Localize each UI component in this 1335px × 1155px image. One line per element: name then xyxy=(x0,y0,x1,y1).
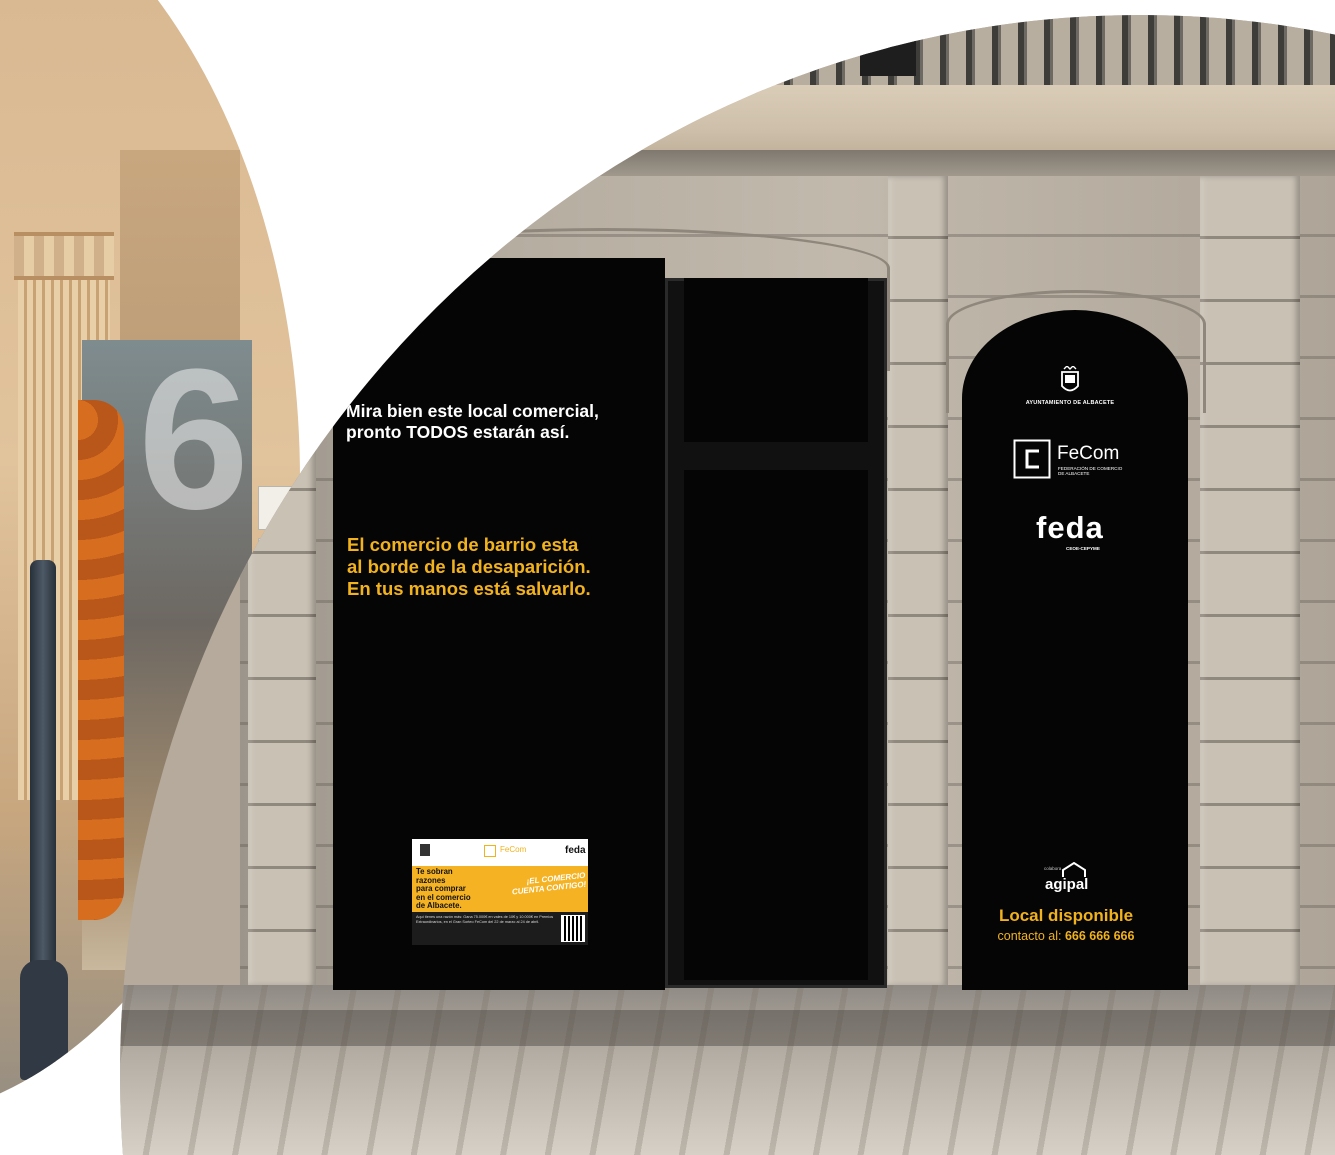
ayuntamiento-crest-icon xyxy=(420,844,430,856)
fecom-label: FeCom xyxy=(1057,443,1120,464)
flyer-title: Te sobran razones para comprar en el com… xyxy=(416,867,471,911)
cornice xyxy=(250,150,1335,178)
contact-label: contacto al: xyxy=(997,929,1065,943)
promo-flyer: FeCom feda Te sobran razones para compra… xyxy=(412,839,588,945)
door-glass-panel xyxy=(684,470,868,980)
fecom-subtitle: FEDERACIÓN DE COMERCIO DE ALBACETE xyxy=(1058,466,1123,477)
fecom-logo-icon xyxy=(1013,439,1051,479)
transom-window xyxy=(684,278,868,442)
orange-wave-decoration xyxy=(78,400,124,920)
alarm-box xyxy=(322,182,360,238)
stone-pilaster xyxy=(888,176,948,986)
contact-line: contacto al: 666 666 666 xyxy=(970,929,1162,943)
flyer-feda-label: feda xyxy=(565,845,586,856)
contact-phone: 666 666 666 xyxy=(1064,929,1135,943)
flyer-body-text: Aquí tienes una razón más: Gana 75.000€ … xyxy=(416,915,554,924)
decorative-frieze xyxy=(14,232,114,280)
agipal-prefix: colabora xyxy=(1044,866,1062,871)
fecom-logo-icon xyxy=(484,845,496,857)
stone-pilaster xyxy=(1200,176,1300,986)
lamppost-base xyxy=(20,960,68,1080)
ayuntamiento-crest-icon xyxy=(1061,366,1079,392)
ayuntamiento-label: AYUNTAMIENTO DE ALBACETE xyxy=(1025,400,1115,406)
flyer-fecom-label: FeCom xyxy=(500,845,527,854)
feda-logo: feda xyxy=(1036,510,1104,545)
poster-highlight-text: El comercio de barrio esta al borde de l… xyxy=(347,534,591,599)
sidewalk-shadow xyxy=(120,1010,1335,1046)
qr-code-icon xyxy=(561,915,585,942)
availability-status: Local disponible xyxy=(998,906,1134,925)
feda-subtitle: CEOE-CEPYME xyxy=(1066,546,1100,551)
agipal-logo: agipal xyxy=(1045,876,1089,893)
poster-headline: Mira bien este local comercial, pronto T… xyxy=(346,401,599,442)
air-conditioner-unit xyxy=(860,15,916,76)
building-number: 6 xyxy=(138,328,250,551)
